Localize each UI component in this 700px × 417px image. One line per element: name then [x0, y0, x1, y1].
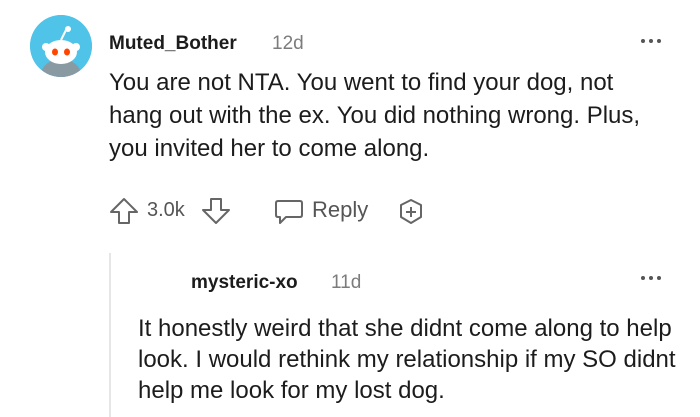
more-dot — [649, 276, 653, 280]
speech-bubble-icon — [275, 200, 303, 224]
arrow-up-icon — [110, 198, 138, 224]
reply-more-options-button[interactable] — [641, 273, 665, 283]
more-dot — [657, 276, 661, 280]
more-dot — [649, 39, 653, 43]
more-dots-icon — [641, 39, 645, 43]
reply-age[interactable]: 11d — [331, 272, 361, 294]
comment-age[interactable]: 12d — [272, 33, 304, 55]
more-options-button[interactable] — [641, 36, 665, 46]
user-avatar[interactable] — [30, 15, 92, 77]
award-button[interactable] — [396, 197, 426, 227]
downvote-button[interactable] — [200, 196, 232, 226]
comment-body: You are not NTA. You went to find your d… — [109, 69, 641, 162]
award-plus-icon — [400, 199, 422, 224]
upvote-button[interactable] — [108, 196, 140, 226]
reply-label[interactable]: Reply — [312, 197, 368, 223]
vote-score: 3.0k — [147, 199, 185, 221]
comment-author[interactable]: Muted_Bother — [109, 33, 237, 55]
more-dots-icon — [641, 276, 645, 280]
reply-body: It honestly weird that she didnt come al… — [138, 315, 676, 404]
reply-button[interactable] — [273, 196, 305, 226]
arrow-down-icon — [202, 198, 230, 224]
reply-author[interactable]: mysteric-xo — [191, 272, 298, 294]
snoo-avatar-icon — [30, 15, 92, 77]
more-dot — [657, 39, 661, 43]
thread-line[interactable] — [109, 253, 111, 417]
